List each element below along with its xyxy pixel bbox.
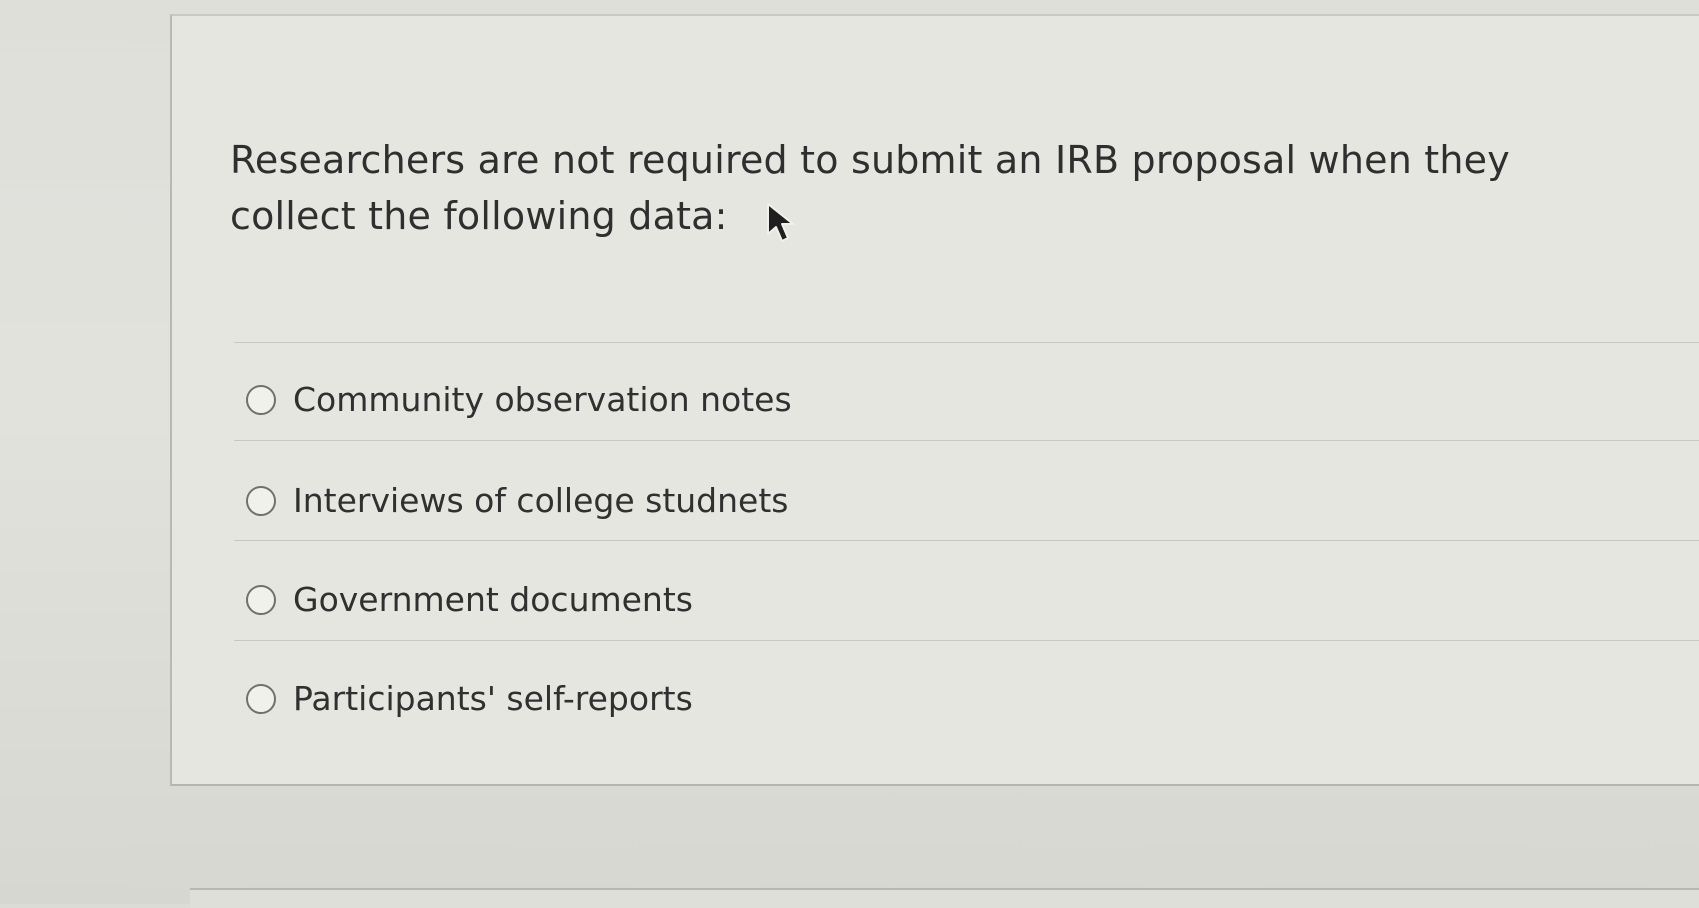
answer-option-label: Interviews of college studnets — [293, 481, 789, 520]
radio-unchecked-icon[interactable] — [246, 486, 276, 516]
answer-option-interviews-of-college-students[interactable]: Interviews of college studnets — [246, 468, 788, 534]
radio-unchecked-icon[interactable] — [246, 684, 276, 714]
mouse-pointer-icon — [767, 203, 794, 242]
radio-unchecked-icon[interactable] — [246, 385, 276, 415]
answer-option-label: Government documents — [293, 580, 693, 619]
option-divider — [234, 640, 1699, 641]
radio-unchecked-icon[interactable] — [246, 585, 276, 615]
answer-option-community-observation-notes[interactable]: Community observation notes — [246, 367, 792, 433]
option-divider — [234, 540, 1699, 541]
answer-option-label: Participants' self-reports — [293, 679, 693, 718]
answer-option-participants-self-reports[interactable]: Participants' self-reports — [246, 666, 693, 732]
option-divider — [234, 342, 1699, 343]
option-divider — [234, 440, 1699, 441]
next-question-card-edge — [190, 888, 1699, 908]
question-text: Researchers are not required to submit a… — [230, 138, 1510, 238]
question-card: Researchers are not required to submit a… — [170, 14, 1699, 786]
answer-option-government-documents[interactable]: Government documents — [246, 567, 693, 633]
answer-option-label: Community observation notes — [293, 380, 792, 419]
